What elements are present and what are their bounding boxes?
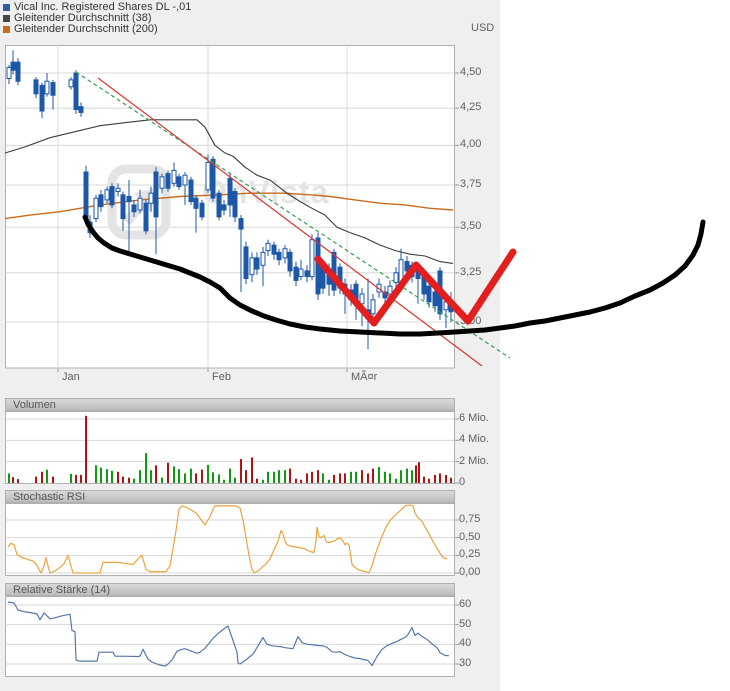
legend-item-ma200: Gleitender Durchschnitt (200) (3, 24, 191, 35)
chart-legend: Vical Inc. Registered Shares DL -,01 Gle… (3, 2, 191, 35)
ma200-color-swatch (3, 26, 10, 33)
volume-panel-title: Volumen (13, 399, 56, 411)
relative-strength-panel-header: Relative Stärke (14) (5, 583, 455, 596)
relative-strength-panel-title: Relative Stärke (14) (13, 584, 111, 596)
svg-text:OnVista: OnVista (202, 174, 329, 210)
stochastic-rsi-panel-header: Stochastic RSI (5, 490, 455, 503)
ma38-color-swatch (3, 15, 10, 22)
chart-application: Vical Inc. Registered Shares DL -,01 Gle… (0, 0, 730, 691)
legend-item-label: Gleitender Durchschnitt (200) (14, 23, 158, 35)
stochastic-rsi-panel-title: Stochastic RSI (13, 491, 86, 503)
volume-panel-header: Volumen (5, 398, 455, 411)
price-axis-currency-label: USD (471, 22, 495, 34)
instrument-color-swatch (3, 4, 10, 11)
